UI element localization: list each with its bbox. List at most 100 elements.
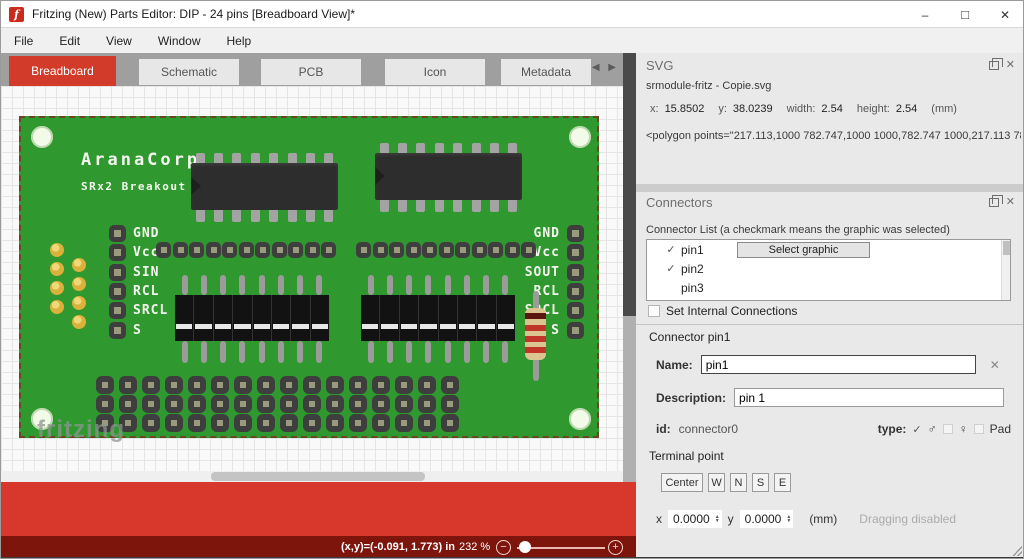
pin-label: Vcc (534, 245, 560, 260)
select-graphic-button[interactable]: Select graphic (737, 242, 870, 258)
dock-close-icon[interactable]: ✕ (1006, 197, 1015, 207)
width-label: width: (787, 103, 816, 115)
anchor-north-button[interactable]: N (730, 473, 747, 492)
window-title: Fritzing (New) Parts Editor: DIP - 24 pi… (32, 7, 355, 21)
svg-polygon-source: <polygon points="217.113,1000 782.747,10… (646, 130, 1021, 142)
section-divider (636, 324, 1024, 325)
set-internal-checkbox[interactable] (648, 305, 660, 317)
pin-label: GND (133, 226, 159, 241)
anchor-east-button[interactable]: E (774, 473, 791, 492)
view-tabbar: Breadboard Schematic PCB Icon Metadata ◀… (1, 53, 623, 86)
dip-ic-graphic[interactable] (375, 143, 522, 212)
bottom-pad-grid[interactable] (96, 376, 459, 432)
statusbar: (x,y)=(-0.091, 1.773) in 232 % − + (1, 536, 636, 559)
tab-pcb[interactable]: PCB (261, 59, 361, 85)
menu-edit[interactable]: Edit (46, 34, 93, 48)
anchor-west-button[interactable]: W (708, 473, 725, 492)
titlebar: f Fritzing (New) Parts Editor: DIP - 24 … (1, 1, 1024, 28)
canvas-footer-strip (1, 482, 636, 536)
female-icon[interactable]: ♀ (959, 422, 968, 436)
name-label: Name: (656, 358, 693, 372)
female-checkbox[interactable] (943, 424, 953, 434)
menu-view[interactable]: View (93, 34, 145, 48)
height-value: 2.54 (896, 103, 917, 115)
fritzing-watermark: fritzing (37, 416, 125, 444)
pin-label: SOUT (525, 265, 560, 280)
mounting-hole (31, 126, 53, 148)
connector-row-pin1[interactable]: ✓ pin1 Select graphic (647, 240, 1010, 259)
connector-list[interactable]: ✓ pin1 Select graphic ✓ pin2 pin3 pin4 (646, 239, 1011, 301)
scrollbar-thumb[interactable] (1003, 241, 1010, 255)
board-brand-text: AranaCorp (81, 150, 200, 170)
minimize-button[interactable]: – (905, 1, 945, 28)
tab-schematic[interactable]: Schematic (139, 59, 239, 85)
tab-scroll-arrows-icon[interactable]: ◀ ▶ (592, 62, 619, 73)
resistor-graphic[interactable] (525, 291, 547, 381)
via-dots-column (72, 258, 86, 329)
panel-divider[interactable] (623, 53, 636, 316)
width-value: 2.54 (821, 103, 842, 115)
connector-row-pin4[interactable]: pin4 (647, 297, 1010, 301)
check-icon: ✓ (661, 262, 681, 275)
anchor-center-button[interactable]: Center (661, 473, 703, 492)
list-scrollbar[interactable] (1001, 240, 1010, 300)
connector-pin-header: Connector pin1 (649, 330, 730, 344)
maximize-button[interactable]: □ (945, 1, 985, 28)
anchor-south-button[interactable]: S (752, 473, 769, 492)
dock-float-icon[interactable] (989, 61, 999, 70)
male-icon[interactable]: ♂ (928, 422, 937, 436)
zoom-in-icon[interactable]: + (608, 540, 623, 555)
zoom-out-icon[interactable]: − (496, 540, 511, 555)
breadboard-canvas[interactable]: AranaCorp SRx2 Breakout Board (1, 86, 623, 482)
connector-row-pin3[interactable]: pin3 (647, 278, 1010, 297)
scrollbar-thumb[interactable] (211, 472, 425, 481)
zoom-slider-handle[interactable] (519, 541, 531, 553)
pin-header-graphic[interactable] (175, 275, 329, 363)
units-label: (mm) (809, 512, 837, 526)
dip-ic-graphic[interactable] (191, 143, 338, 222)
dock-float-icon[interactable] (989, 198, 999, 207)
pad-checkbox[interactable] (974, 424, 984, 434)
spinner-arrows-icon[interactable]: ▲▼ (786, 515, 791, 523)
window-resize-grip[interactable] (1012, 546, 1022, 556)
pin-label: SRCL (133, 303, 168, 318)
tab-icon[interactable]: Icon (385, 59, 485, 85)
dragging-status: Dragging disabled (859, 512, 956, 526)
dock-close-icon[interactable]: ✕ (1006, 60, 1015, 70)
canvas-horizontal-scrollbar[interactable] (1, 471, 623, 482)
type-label: type: (878, 422, 907, 436)
height-label: height: (857, 103, 890, 115)
menu-help[interactable]: Help (214, 34, 265, 48)
dock-separator[interactable] (636, 184, 1024, 192)
tab-metadata[interactable]: Metadata (501, 59, 591, 85)
male-checked-icon[interactable]: ✓ (912, 423, 921, 436)
connector-row-pin2[interactable]: ✓ pin2 (647, 259, 1010, 278)
menu-file[interactable]: File (1, 34, 46, 48)
name-input[interactable] (701, 355, 976, 374)
mounting-hole (569, 126, 591, 148)
terminal-point-label: Terminal point (649, 449, 724, 463)
close-button[interactable]: ✕ (985, 1, 1024, 28)
tab-breadboard[interactable]: Breadboard (9, 56, 116, 86)
id-value: connector0 (679, 422, 738, 436)
y-label: y: (718, 103, 727, 115)
pin-header-graphic[interactable] (361, 275, 515, 363)
cursor-coordinates: (x,y)=(-0.091, 1.773) in (341, 541, 455, 553)
panel-divider[interactable] (623, 316, 636, 482)
top-pad-row[interactable] (156, 242, 336, 258)
pcb-board-graphic[interactable]: AranaCorp SRx2 Breakout Board (19, 116, 599, 438)
pin-label: GND (534, 226, 560, 241)
x-coordinate-spinner[interactable]: 0.0000 ▲▼ (668, 510, 722, 528)
id-label: id: (656, 422, 671, 436)
clear-name-icon[interactable]: ✕ (990, 358, 1000, 372)
y-coordinate-spinner[interactable]: 0.0000 ▲▼ (740, 510, 794, 528)
top-pad-row[interactable] (356, 242, 536, 258)
via-dots-column (50, 243, 64, 314)
menu-window[interactable]: Window (145, 34, 214, 48)
connector-list-caption: Connector List (a checkmark means the gr… (646, 224, 950, 236)
zoom-level: 232 % (459, 541, 490, 553)
svg-filename: srmodule-fritz - Copie.svg (646, 80, 771, 92)
spinner-arrows-icon[interactable]: ▲▼ (715, 515, 720, 523)
description-input[interactable] (734, 388, 1004, 407)
connectors-dock-title: Connectors (646, 195, 712, 210)
